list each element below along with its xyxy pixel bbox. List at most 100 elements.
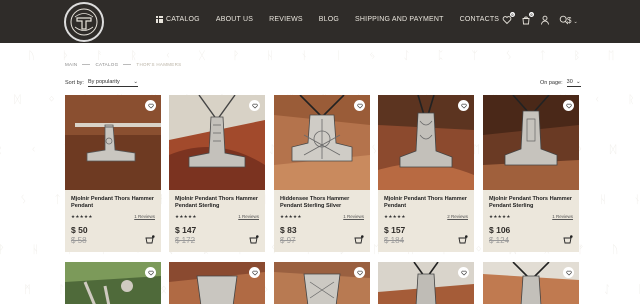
per-page-select[interactable]: 30 ⌄ [566, 79, 581, 87]
heart-icon [356, 270, 363, 276]
product-image[interactable] [274, 262, 370, 304]
reviews-link[interactable]: 2 Reviews [447, 214, 468, 220]
add-to-cart-button[interactable] [145, 231, 155, 244]
product-card[interactable]: Mjolnir Pendant Thors Hammer Pendant ★★★… [65, 95, 161, 252]
product-image[interactable] [65, 95, 161, 190]
account-button[interactable] [540, 15, 550, 25]
product-card[interactable]: Mjolnir Pendant Thors Hammer Pendant ★★★… [378, 95, 474, 252]
cart-button[interactable]: 0 [521, 12, 534, 25]
per-page-value: 30 [566, 79, 573, 85]
nav-shipping-label: SHIPPING AND PAYMENT [355, 16, 444, 23]
per-page-control: On page: 30 ⌄ [540, 79, 581, 87]
sort-control: Sort by: By popularity ⌄ [65, 79, 138, 87]
product-name[interactable]: Mjolnir Pendant Thors Hammer Pendant [384, 196, 468, 210]
add-to-wishlist-button[interactable] [354, 100, 365, 111]
product-card[interactable] [378, 262, 474, 304]
breadcrumb-separator [82, 64, 91, 65]
nav-about-label: ABOUT US [215, 16, 254, 23]
product-price: $ 83 [280, 225, 297, 235]
product-card[interactable]: Mjolnir Pendant Thors Hammer Pendant Ste… [169, 95, 265, 252]
product-card[interactable] [274, 262, 370, 304]
product-card[interactable]: Mjolnir Pendant Thors Hammer Pendant Ste… [483, 95, 579, 252]
rating-stars: ★★★★★ [384, 214, 406, 219]
currency-selector[interactable]: $ ⌄ [567, 16, 578, 25]
add-to-cart-button[interactable] [249, 231, 259, 244]
cart-count: 0 [529, 12, 534, 17]
reviews-link[interactable]: 1 Reviews [238, 214, 259, 220]
add-to-wishlist-button[interactable] [563, 267, 574, 278]
sort-value: By popularity [87, 79, 120, 85]
logo-knot-icon [70, 8, 98, 36]
add-to-cart-button[interactable] [563, 231, 573, 244]
add-to-wishlist-button[interactable] [249, 100, 260, 111]
product-image[interactable] [378, 95, 474, 190]
cart-icon [145, 235, 155, 244]
chevron-down-icon: ⌄ [133, 79, 138, 85]
chevron-down-icon: ⌄ [573, 19, 578, 25]
product-image[interactable] [274, 95, 370, 190]
add-to-wishlist-button[interactable] [563, 100, 574, 111]
breadcrumb: MAIN CATALOG THOR'S HAMMERS [65, 62, 181, 67]
site-header: CATALOG ABOUT US REVIEWS BLOG SHIPPING A… [0, 0, 640, 43]
product-rating: ★★★★★ 1 Reviews [175, 214, 259, 220]
product-info: Mjolnir Pendant Thors Hammer Pendant Ste… [483, 190, 579, 252]
product-image[interactable] [483, 262, 579, 304]
product-old-price: $ 58 [71, 236, 87, 245]
nav-contacts[interactable]: CONTACTS [460, 16, 500, 23]
reviews-link[interactable]: 1 Reviews [552, 214, 573, 220]
product-image[interactable] [169, 95, 265, 190]
rune-pattern: ᚠ ᚢ ᚦ ᚨ ᚱ ᚲ ᚷ ᚹ ᚺ ᚾ ᛁ ᛃ ᛇ ᛈ ᛉ ᛊ ᛏ ᛒ ᛖ ᛗ … [0, 49, 640, 62]
wishlist-button[interactable]: 0 [502, 12, 515, 25]
product-name[interactable]: Hiddensee Thors Hammer Pendant Sterling … [280, 196, 364, 210]
product-old-price: $ 184 [384, 236, 405, 245]
product-image[interactable] [65, 262, 161, 304]
product-card[interactable]: Hiddensee Thors Hammer Pendant Sterling … [274, 95, 370, 252]
add-to-wishlist-button[interactable] [458, 100, 469, 111]
reviews-link[interactable]: 1 Reviews [134, 214, 155, 220]
add-to-wishlist-button[interactable] [354, 267, 365, 278]
add-to-wishlist-button[interactable] [458, 267, 469, 278]
product-info: Mjolnir Pendant Thors Hammer Pendant ★★★… [65, 190, 161, 252]
product-name[interactable]: Mjolnir Pendant Thors Hammer Pendant Ste… [175, 196, 259, 210]
breadcrumb-catalog[interactable]: CATALOG [95, 62, 118, 67]
product-card[interactable] [169, 262, 265, 304]
add-to-cart-button[interactable] [458, 231, 468, 244]
nav-reviews[interactable]: REVIEWS [269, 16, 303, 23]
heart-icon [565, 103, 572, 109]
product-image[interactable] [169, 262, 265, 304]
product-info: Mjolnir Pendant Thors Hammer Pendant ★★★… [378, 190, 474, 252]
product-price: $ 106 [489, 225, 511, 235]
nav-catalog[interactable]: CATALOG [156, 16, 200, 23]
heart-icon [460, 103, 467, 109]
cart-icon [458, 235, 468, 244]
product-rating: ★★★★★ 1 Reviews [489, 214, 573, 220]
product-card[interactable] [483, 262, 579, 304]
nav-shipping[interactable]: SHIPPING AND PAYMENT [355, 16, 444, 23]
nav-blog[interactable]: BLOG [319, 16, 339, 23]
nav-catalog-label: CATALOG [166, 16, 200, 23]
site-logo[interactable] [64, 2, 104, 42]
add-to-wishlist-button[interactable] [249, 267, 260, 278]
reviews-link[interactable]: 1 Reviews [343, 214, 364, 220]
nav-about-us[interactable]: ABOUT US [216, 16, 253, 23]
product-rating: ★★★★★ 2 Reviews [384, 214, 468, 220]
cart-icon [563, 235, 573, 244]
rating-stars: ★★★★★ [280, 214, 302, 219]
add-to-wishlist-button[interactable] [145, 267, 156, 278]
product-card[interactable] [65, 262, 161, 304]
heart-icon [460, 270, 467, 276]
product-image[interactable] [483, 95, 579, 190]
product-name[interactable]: Mjolnir Pendant Thors Hammer Pendant [71, 196, 155, 210]
nav-contacts-label: CONTACTS [459, 16, 500, 23]
product-name[interactable]: Mjolnir Pendant Thors Hammer Pendant Ste… [489, 196, 573, 210]
breadcrumb-main[interactable]: MAIN [65, 62, 77, 67]
add-to-wishlist-button[interactable] [145, 100, 156, 111]
product-info: Mjolnir Pendant Thors Hammer Pendant Ste… [169, 190, 265, 252]
heart-icon [356, 103, 363, 109]
sort-select[interactable]: By popularity ⌄ [87, 79, 138, 87]
chevron-down-icon: ⌄ [576, 79, 581, 85]
product-image[interactable] [378, 262, 474, 304]
add-to-cart-button[interactable] [354, 231, 364, 244]
heart-icon [251, 103, 258, 109]
currency-symbol: $ [567, 16, 572, 25]
